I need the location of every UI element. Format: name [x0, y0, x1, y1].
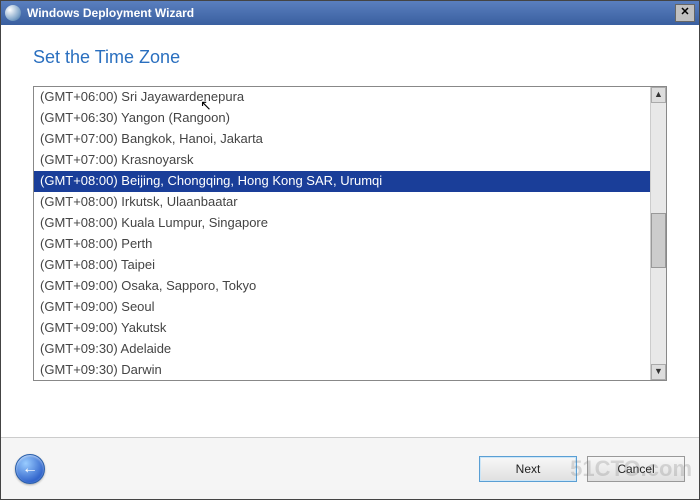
arrow-left-icon: ← — [22, 460, 38, 478]
timezone-item[interactable]: (GMT+09:00) Seoul — [34, 297, 650, 318]
timezone-item[interactable]: (GMT+07:00) Bangkok, Hanoi, Jakarta — [34, 129, 650, 150]
close-icon[interactable]: ✕ — [675, 4, 695, 22]
scrollbar-track[interactable] — [651, 103, 666, 364]
app-icon — [5, 5, 21, 21]
timezone-item[interactable]: (GMT+07:00) Krasnoyarsk — [34, 150, 650, 171]
timezone-item[interactable]: (GMT+08:00) Irkutsk, Ulaanbaatar — [34, 192, 650, 213]
scrollbar[interactable]: ▲ ▼ — [650, 87, 666, 380]
timezone-list[interactable]: (GMT+06:00) Sri Jayawardenepura(GMT+06:3… — [34, 87, 650, 380]
cancel-button[interactable]: Cancel — [587, 456, 685, 482]
page-heading: Set the Time Zone — [33, 47, 667, 68]
timezone-item[interactable]: (GMT+08:00) Perth — [34, 234, 650, 255]
timezone-item[interactable]: (GMT+09:00) Osaka, Sapporo, Tokyo — [34, 276, 650, 297]
scrollbar-thumb[interactable] — [651, 213, 666, 268]
scroll-up-icon[interactable]: ▲ — [651, 87, 666, 103]
content-area: Set the Time Zone (GMT+06:00) Sri Jayawa… — [1, 25, 699, 437]
back-button[interactable]: ← — [15, 454, 45, 484]
timezone-item[interactable]: (GMT+08:00) Taipei — [34, 255, 650, 276]
scroll-down-icon[interactable]: ▼ — [651, 364, 666, 380]
timezone-item[interactable]: (GMT+09:00) Yakutsk — [34, 318, 650, 339]
timezone-item[interactable]: (GMT+09:30) Darwin — [34, 360, 650, 380]
timezone-listbox[interactable]: (GMT+06:00) Sri Jayawardenepura(GMT+06:3… — [33, 86, 667, 381]
window-title: Windows Deployment Wizard — [27, 6, 675, 20]
timezone-item[interactable]: (GMT+09:30) Adelaide — [34, 339, 650, 360]
timezone-item[interactable]: (GMT+08:00) Beijing, Chongqing, Hong Kon… — [34, 171, 650, 192]
next-button[interactable]: Next — [479, 456, 577, 482]
footer: ← Next Cancel — [1, 437, 699, 499]
timezone-item[interactable]: (GMT+08:00) Kuala Lumpur, Singapore — [34, 213, 650, 234]
wizard-window: Windows Deployment Wizard ✕ Set the Time… — [0, 0, 700, 500]
timezone-item[interactable]: (GMT+06:00) Sri Jayawardenepura — [34, 87, 650, 108]
titlebar: Windows Deployment Wizard ✕ — [1, 1, 699, 25]
timezone-item[interactable]: (GMT+06:30) Yangon (Rangoon) — [34, 108, 650, 129]
